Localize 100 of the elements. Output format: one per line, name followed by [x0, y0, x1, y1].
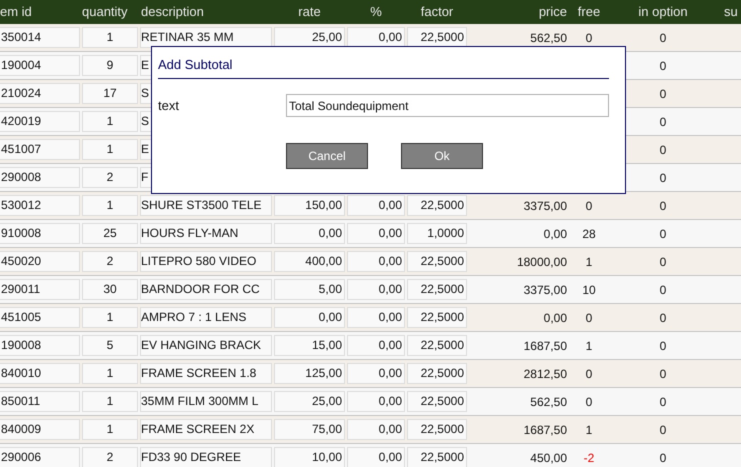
price-cell-text: 18000,00 [516, 254, 567, 270]
rate-field[interactable]: 0,00 [274, 307, 345, 328]
description-field[interactable]: LITEPRO 580 VIDEO [140, 251, 272, 272]
description-field[interactable]: BARNDOOR FOR CC [140, 279, 272, 300]
quantity-field[interactable]: 2 [82, 447, 138, 467]
description-field[interactable]: RETINAR 35 MM [140, 27, 272, 48]
item-id-field[interactable]: 840010 [0, 363, 80, 384]
quantity-field[interactable]: 30 [82, 279, 138, 300]
quantity-field[interactable]: 2 [82, 251, 138, 272]
in-option-cell-text: 0 [660, 142, 666, 158]
item-id-field[interactable]: 210024 [0, 83, 80, 104]
column-header[interactable]: em id [0, 2, 32, 22]
column-header[interactable]: in option [638, 2, 688, 22]
quantity-field[interactable]: 5 [82, 335, 138, 356]
quantity-field[interactable]: 1 [82, 363, 138, 384]
price-cell-text: 3375,00 [524, 282, 567, 298]
item-id-field[interactable]: 451007 [0, 139, 80, 160]
description-field[interactable]: FRAME SCREEN 1.8 [140, 363, 272, 384]
item-id-field[interactable]: 290011 [0, 279, 80, 300]
column-header[interactable]: free [578, 2, 600, 22]
description-field[interactable]: FRAME SCREEN 2X [140, 419, 272, 440]
item-id-field[interactable]: 290006 [0, 447, 80, 467]
quantity-field[interactable]: 1 [82, 307, 138, 328]
price-cell-text: 0,00 [544, 226, 567, 242]
item-id-field[interactable]: 910008 [0, 223, 80, 244]
quantity-field[interactable]: 1 [82, 139, 138, 160]
free-cell-text: -2 [584, 450, 594, 466]
in-option-cell-text: 0 [660, 170, 666, 186]
column-header[interactable]: su [724, 2, 738, 22]
column-header[interactable]: price [538, 2, 567, 22]
rate-field[interactable]: 0,00 [274, 223, 345, 244]
item-id-field[interactable]: 840009 [0, 419, 80, 440]
item-id-field[interactable]: 450020 [0, 251, 80, 272]
quantity-field[interactable]: 1 [82, 27, 138, 48]
in-option-cell-text: 0 [660, 282, 666, 298]
factor-field[interactable]: 22,5000 [407, 279, 467, 300]
item-id-field[interactable]: 850011 [0, 391, 80, 412]
rate-field[interactable]: 25,00 [274, 391, 345, 412]
rate-field[interactable]: 125,00 [274, 363, 345, 384]
ok-button[interactable]: Ok [401, 143, 483, 169]
price-cell-text: 2812,50 [524, 366, 567, 382]
percent-field[interactable]: 0,00 [347, 307, 405, 328]
percent-field[interactable]: 0,00 [347, 391, 405, 412]
description-field[interactable]: HOURS FLY-MAN [140, 223, 272, 244]
in-option-cell-text: 0 [660, 198, 666, 214]
item-id-field[interactable]: 350014 [0, 27, 80, 48]
column-header[interactable]: description [141, 2, 204, 22]
percent-field[interactable]: 0,00 [347, 363, 405, 384]
quantity-field[interactable]: 2 [82, 167, 138, 188]
rate-field[interactable]: 5,00 [274, 279, 345, 300]
rate-field[interactable]: 400,00 [274, 251, 345, 272]
percent-field[interactable]: 0,00 [347, 27, 405, 48]
column-header[interactable]: % [370, 2, 382, 22]
quantity-field[interactable]: 25 [82, 223, 138, 244]
percent-field[interactable]: 0,00 [347, 279, 405, 300]
percent-field[interactable]: 0,00 [347, 223, 405, 244]
factor-field[interactable]: 22,5000 [407, 391, 467, 412]
percent-field[interactable]: 0,00 [347, 447, 405, 467]
quantity-field[interactable]: 1 [82, 195, 138, 216]
factor-field[interactable]: 22,5000 [407, 27, 467, 48]
item-id-field[interactable]: 420019 [0, 111, 80, 132]
text-field[interactable]: Total Soundequipment [286, 94, 609, 117]
percent-field[interactable]: 0,00 [347, 335, 405, 356]
factor-field[interactable]: 22,5000 [407, 307, 467, 328]
quantity-field[interactable]: 1 [82, 419, 138, 440]
item-id-field[interactable]: 290008 [0, 167, 80, 188]
item-id-field[interactable]: 190008 [0, 335, 80, 356]
factor-field[interactable]: 22,5000 [407, 251, 467, 272]
factor-field[interactable]: 22,5000 [407, 419, 467, 440]
description-field[interactable]: 35MM FILM 300MM L [140, 391, 272, 412]
field-label: text [158, 96, 180, 115]
percent-field[interactable]: 0,00 [347, 419, 405, 440]
item-id-field[interactable]: 451005 [0, 307, 80, 328]
rate-field[interactable]: 25,00 [274, 27, 345, 48]
quantity-field[interactable]: 17 [82, 83, 138, 104]
column-header[interactable]: factor [420, 2, 454, 22]
percent-field[interactable]: 0,00 [347, 195, 405, 216]
description-field[interactable]: FD33 90 DEGREE [140, 447, 272, 467]
description-field[interactable]: EV HANGING BRACK [140, 335, 272, 356]
rate-field[interactable]: 10,00 [274, 447, 345, 467]
factor-field[interactable]: 22,5000 [407, 335, 467, 356]
factor-field[interactable]: 22,5000 [407, 363, 467, 384]
rate-field[interactable]: 75,00 [274, 419, 345, 440]
free-cell-text: 1 [586, 422, 592, 438]
cancel-button[interactable]: Cancel [286, 143, 368, 169]
quantity-field[interactable]: 1 [82, 111, 138, 132]
description-field[interactable]: AMPRO 7 : 1 LENS [140, 307, 272, 328]
rate-field[interactable]: 150,00 [274, 195, 345, 216]
quantity-field[interactable]: 1 [82, 391, 138, 412]
column-header[interactable]: quantity [82, 2, 128, 22]
factor-field[interactable]: 22,5000 [407, 195, 467, 216]
rate-field[interactable]: 15,00 [274, 335, 345, 356]
description-field[interactable]: SHURE ST3500 TELE [140, 195, 272, 216]
percent-field[interactable]: 0,00 [347, 251, 405, 272]
item-id-field[interactable]: 190004 [0, 55, 80, 76]
item-id-field[interactable]: 530012 [0, 195, 80, 216]
column-header[interactable]: rate [298, 2, 321, 22]
factor-field[interactable]: 1,0000 [407, 223, 467, 244]
factor-field[interactable]: 22,5000 [407, 447, 467, 467]
quantity-field[interactable]: 9 [82, 55, 138, 76]
